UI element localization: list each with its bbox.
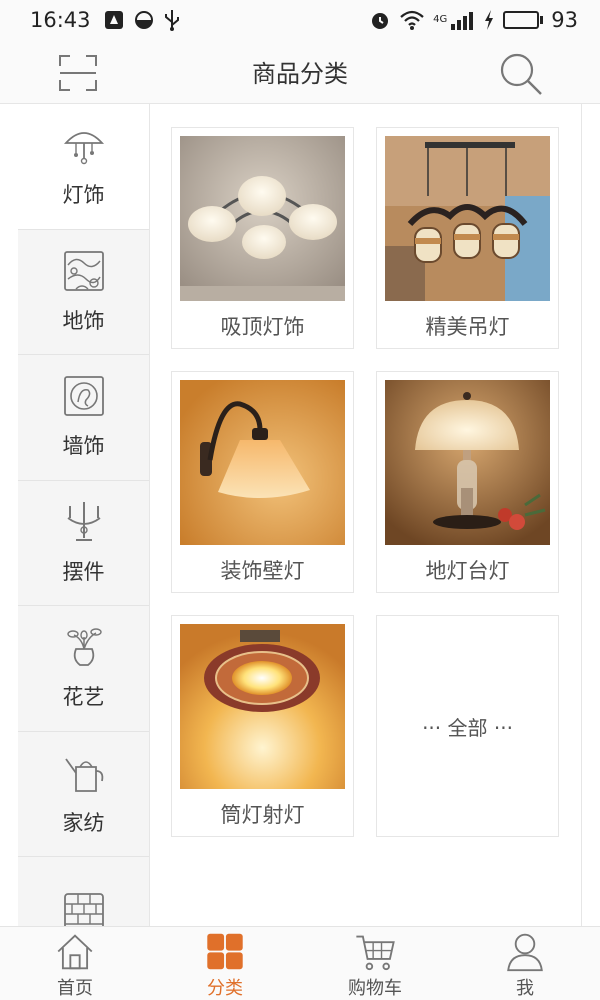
status-time: 16:43 — [30, 8, 91, 32]
product-card-ceiling-lamp[interactable]: 吸顶灯饰 — [171, 127, 354, 349]
brick-wall-icon — [63, 893, 104, 926]
table-lamp-photo — [385, 380, 550, 545]
network-type-label: 4G — [433, 14, 448, 25]
card-label: 装饰壁灯 — [220, 559, 305, 583]
flower-vase-icon — [66, 628, 102, 667]
user-icon — [507, 933, 543, 972]
search-icon[interactable] — [498, 52, 544, 96]
sidebar-item-label: 墙饰 — [62, 434, 105, 459]
card-label: 地灯台灯 — [425, 559, 510, 583]
tab-category[interactable]: 分类 — [150, 927, 300, 1000]
floor-tile-icon — [63, 250, 104, 291]
card-label: 筒灯射灯 — [220, 803, 305, 827]
cart-icon — [356, 935, 395, 971]
sidebar-item-ornament[interactable]: 摆件 — [18, 481, 149, 606]
category-sidebar: 灯饰 地饰 墙饰 摆件 花艺 家纺 — [18, 104, 150, 926]
battery-percent: 93 — [551, 8, 578, 32]
notification-app-icon — [104, 11, 123, 29]
wifi-icon — [400, 10, 424, 30]
sidebar-item-wall[interactable]: 墙饰 — [18, 355, 149, 481]
page-title: 商品分类 — [252, 60, 348, 88]
data-saver-icon — [134, 11, 153, 29]
sidebar-item-lighting[interactable]: 灯饰 — [18, 104, 149, 230]
usb-icon — [164, 10, 179, 31]
product-card-pendant-lamp[interactable]: 精美吊灯 — [376, 127, 559, 349]
tab-label: 分类 — [207, 978, 243, 999]
lamp-icon — [63, 132, 104, 165]
wall-lamp-photo — [180, 380, 345, 545]
tab-me[interactable]: 我 — [450, 927, 600, 1000]
sidebar-item-more[interactable] — [18, 857, 149, 926]
battery-icon — [503, 11, 544, 29]
product-card-wall-lamp[interactable]: 装饰壁灯 — [171, 371, 354, 593]
sidebar-item-label: 地饰 — [62, 308, 105, 333]
sidebar-item-label: 家纺 — [62, 810, 105, 835]
ceiling-lamp-photo — [180, 136, 345, 301]
candelabra-icon — [66, 501, 101, 541]
sidebar-item-floor[interactable]: 地饰 — [18, 230, 149, 355]
signal-icon — [451, 12, 474, 30]
alarm-icon — [372, 13, 389, 29]
card-label: 精美吊灯 — [425, 315, 510, 339]
tab-label: 我 — [516, 978, 534, 999]
scan-icon[interactable] — [58, 54, 98, 92]
downlight-photo — [180, 624, 345, 789]
sidebar-item-label: 灯饰 — [62, 183, 105, 208]
product-card-downlight[interactable]: 筒灯射灯 — [171, 615, 354, 837]
category-grid: 吸顶灯饰 精美吊灯 装饰壁灯 地灯台灯 筒灯射灯 ··· 全部 ··· — [150, 104, 582, 926]
tab-home[interactable]: 首页 — [0, 927, 150, 1000]
bottom-tab-bar: 首页 分类 购物车 我 — [0, 926, 600, 1000]
tab-cart[interactable]: 购物车 — [300, 927, 450, 1000]
sidebar-item-textile[interactable]: 家纺 — [18, 732, 149, 857]
category-icon — [207, 933, 243, 970]
view-all-card[interactable]: ··· 全部 ··· — [376, 615, 559, 837]
sidebar-item-label: 花艺 — [62, 685, 105, 710]
pendant-lamp-photo — [385, 136, 550, 301]
sidebar-item-label: 摆件 — [62, 559, 105, 584]
view-all-label: ··· 全部 ··· — [422, 715, 513, 740]
tab-label: 购物车 — [348, 978, 402, 999]
watering-can-icon — [64, 758, 103, 792]
tab-label: 首页 — [57, 978, 93, 999]
header: 商品分类 — [0, 40, 600, 104]
sidebar-item-floral[interactable]: 花艺 — [18, 606, 149, 732]
charging-icon — [485, 10, 494, 30]
card-label: 吸顶灯饰 — [220, 315, 305, 339]
product-card-table-lamp[interactable]: 地灯台灯 — [376, 371, 559, 593]
wall-frame-icon — [63, 376, 104, 417]
home-icon — [57, 934, 93, 970]
status-bar: 16:43 4G 93 — [0, 0, 600, 40]
